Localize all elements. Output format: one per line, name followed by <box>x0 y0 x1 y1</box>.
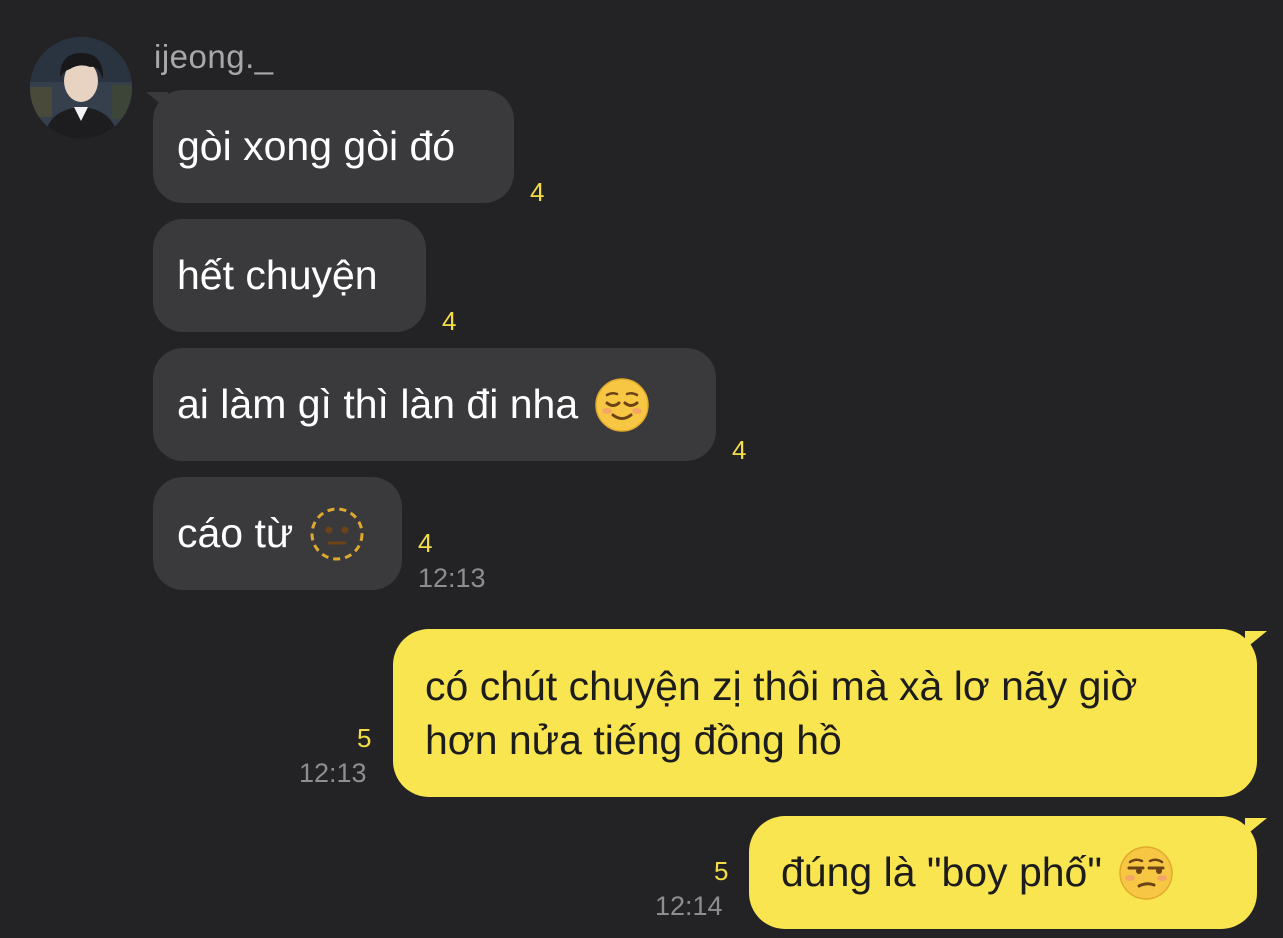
unread-count: 4 <box>732 435 747 465</box>
unread-count: 4 <box>418 528 433 558</box>
outgoing-message-bubble[interactable]: đúng là "boy phố" <box>749 816 1257 929</box>
relieved-face-icon <box>594 377 650 433</box>
unread-count: 4 <box>442 306 457 336</box>
incoming-message-bubble[interactable]: hết chuyện <box>153 219 426 332</box>
outgoing-message-bubble[interactable]: có chút chuyện zị thôi mà xà lơ nãy giờ … <box>393 629 1257 797</box>
unread-count: 5 <box>357 723 372 753</box>
unread-count: 4 <box>530 177 545 207</box>
message-text: cáo từ <box>177 510 294 556</box>
bubble-tail <box>1245 818 1267 836</box>
message-text-line: có chút chuyện zị thôi mà xà lơ nãy giờ <box>425 663 1138 709</box>
message-timestamp: 12:14 <box>655 891 723 921</box>
avatar-photo-icon <box>30 37 132 139</box>
message-text: đúng là "boy phố" <box>781 849 1102 895</box>
unread-count: 5 <box>714 856 729 886</box>
message-timestamp: 12:13 <box>418 563 486 593</box>
unamused-face-icon <box>1118 845 1174 901</box>
incoming-message-bubble[interactable]: gòi xong gòi đó <box>153 90 514 203</box>
sender-avatar[interactable] <box>30 37 132 139</box>
message-timestamp: 12:13 <box>299 758 367 788</box>
message-text: hết chuyện <box>177 252 378 298</box>
chat-view: ijeong._ gòi xong gòi đó 4 hết chuyện 4 … <box>0 0 1283 938</box>
message-text: gòi xong gòi đó <box>177 123 456 169</box>
sender-name: ijeong._ <box>154 38 274 75</box>
message-text-line: hơn nửa tiếng đồng hồ <box>425 717 842 763</box>
incoming-message-bubble[interactable]: ai làm gì thì làn đi nha <box>153 348 716 461</box>
incoming-message-bubble[interactable]: cáo từ <box>153 477 402 590</box>
bubble-tail <box>1245 631 1267 649</box>
message-text: ai làm gì thì làn đi nha <box>177 381 579 427</box>
dotted-line-face-icon <box>309 506 365 562</box>
